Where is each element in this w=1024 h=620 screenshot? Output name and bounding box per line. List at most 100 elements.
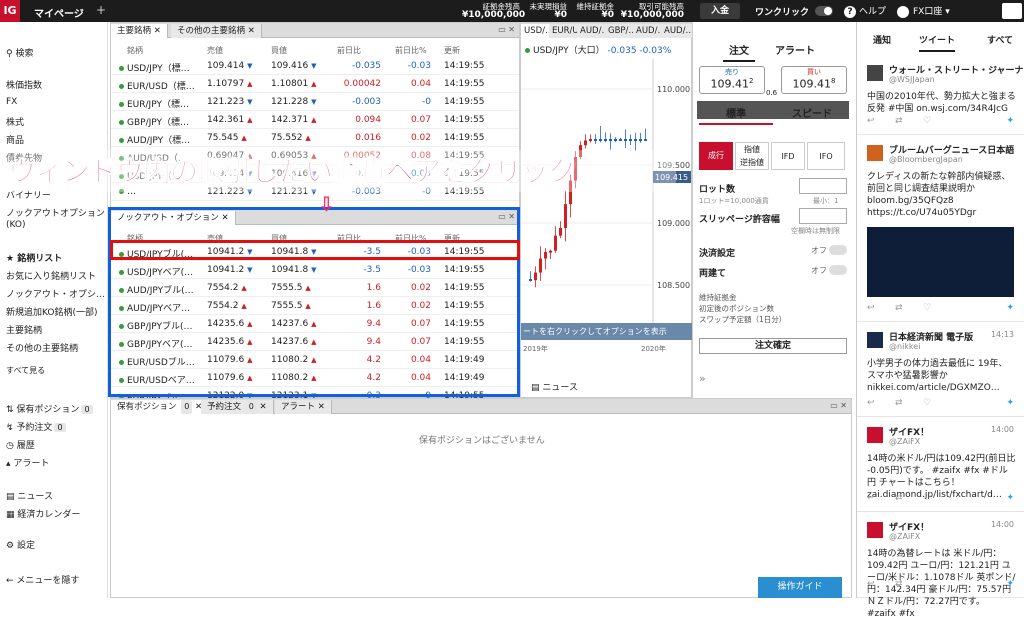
avatar[interactable] (867, 332, 883, 348)
settle-toggle[interactable] (829, 245, 847, 255)
chevron-down-icon[interactable]: ▾ (80, 7, 84, 15)
hide-menu-link[interactable]: ← メニューを隠す (6, 573, 79, 586)
mode-standard[interactable]: 標準 (699, 105, 773, 125)
sidebar-item-stocks[interactable]: 株式 (6, 115, 24, 128)
retweet-icon[interactable]: ⇄ (895, 398, 903, 408)
lot-input[interactable] (799, 178, 847, 194)
window-icons[interactable]: ▭ ✕ (830, 401, 847, 410)
tab-positions[interactable]: 保有ポジション 0 ✕ (111, 400, 210, 414)
search-link[interactable]: ⚲ 検索 (6, 46, 33, 59)
sidebar-item-positions[interactable]: ⇅ 保有ポジション 0 (6, 402, 93, 415)
both-toggle[interactable] (829, 265, 847, 275)
sell-price[interactable]: 121.223 ▼ (207, 97, 252, 107)
sidebar-item-news[interactable]: ▤ ニュース (6, 489, 53, 502)
retweet-icon[interactable]: ⇄ (895, 303, 903, 313)
tab-other-major[interactable]: その他の主要銘柄 ✕ (171, 24, 262, 38)
news-tab[interactable]: ▤ ニュース (531, 380, 578, 393)
sell-price[interactable]: 1.10797 ▲ (207, 79, 252, 89)
tweet[interactable]: ザイFX！ @ZAiFX 14:00 14時の為替レートは 米ドル/円：109.42円… (857, 512, 1024, 619)
like-icon[interactable]: ♡ (923, 493, 931, 503)
price-chart[interactable]: 110.000109.500109.000108.500109.4150.560… (521, 59, 691, 359)
sidebar-item-major[interactable]: 主要銘柄 (6, 323, 42, 336)
sidebar-item-new-ko[interactable]: 新規追加KO銘柄(一部) (6, 305, 98, 318)
tab-all[interactable]: すべて (987, 33, 1013, 46)
avatar[interactable] (867, 522, 883, 538)
tweet-handle[interactable]: @BloombergJapan (889, 155, 963, 164)
tab-tweets[interactable]: ツイート (919, 33, 956, 52)
buy-price[interactable]: 1.10801 ▲ (271, 79, 316, 89)
window-icons[interactable]: ▭ ✕ (498, 25, 515, 34)
sidebar-item-favorites[interactable]: お気に入り銘柄リスト (6, 269, 96, 282)
type-market[interactable]: 成行 (699, 142, 733, 170)
tweet[interactable]: ウォール・ストリート・ジャーナル @WSJJapan 中国の2010年代、勢力拡大と… (857, 55, 1024, 135)
help-button[interactable]: ? ヘルプ (844, 4, 886, 18)
sidebar-item-fx[interactable]: FX (6, 97, 17, 107)
sidebar-item-history[interactable]: ◷ 履歴 (6, 438, 35, 451)
like-icon[interactable]: ♡ (923, 303, 931, 313)
confirm-order-button[interactable]: 注文確定 (699, 338, 847, 354)
tweet-handle[interactable]: @WSJJapan (889, 75, 935, 84)
buy-price-button[interactable]: 買い 109.418 (781, 66, 847, 94)
tweet[interactable]: ザイFX！ @ZAiFX 14:00 14時の米ドル/円は109.42円(前日比 -0… (857, 417, 1024, 512)
guide-button[interactable]: 操作ガイド (758, 577, 842, 598)
table-row[interactable]: GBP/JPY（標… 142.361 ▲ 142.371 ▲ 0.094 0.07 14:… (111, 111, 519, 129)
table-row[interactable]: EUR/USD（標… 1.10797 ▲ 1.10801 ▲ 0.00042 0.04 1… (111, 75, 519, 93)
sidebar-item-alerts[interactable]: ▴ アラート (6, 456, 49, 469)
tweet-image[interactable] (867, 227, 1014, 297)
tab-alerts[interactable]: アラート ✕ (275, 400, 332, 414)
like-icon[interactable]: ♡ (923, 579, 931, 589)
sidebar-item-calendar[interactable]: ▦ 経済カレンダー (6, 507, 80, 520)
mypage-menu[interactable]: マイページ (34, 5, 84, 20)
buy-price[interactable]: 142.371 ▲ (271, 115, 316, 125)
buy-price[interactable]: 121.228 ▼ (271, 97, 316, 107)
retweet-icon[interactable]: ⇄ (895, 493, 903, 503)
column-header[interactable]: 買値 (271, 45, 287, 56)
oneclick-toggle[interactable] (815, 6, 833, 16)
window-control[interactable] (1002, 3, 1022, 19)
sidebar-item-knockout[interactable]: ノックアウトオプション (6, 206, 105, 219)
tab-notifications[interactable]: 通知 (873, 33, 891, 46)
reply-icon[interactable]: ↩ (867, 579, 875, 589)
column-header[interactable]: 前日比 (337, 45, 361, 56)
chart-symbol[interactable]: USD/JPY（大口） -0.035 -0.03% (525, 43, 671, 56)
column-header[interactable]: 前日比% (395, 45, 427, 56)
avatar[interactable] (867, 145, 883, 161)
tweet-handle[interactable]: @ZAiFX (889, 532, 920, 541)
reply-icon[interactable]: ↩ (867, 398, 875, 408)
reply-icon[interactable]: ↩ (867, 303, 875, 313)
tweet-handle[interactable]: @ZAiFX (889, 437, 920, 446)
mode-speed[interactable]: スピード (775, 105, 849, 125)
sell-price[interactable]: 75.545 ▲ (207, 133, 247, 143)
table-row[interactable]: AUD/JPY（標… 75.545 ▲ 75.552 ▲ 0.016 0.02 14:19… (111, 129, 519, 147)
column-header[interactable]: 売値 (207, 45, 223, 56)
tab-order-alert[interactable]: アラート (775, 42, 815, 57)
retweet-icon[interactable]: ⇄ (895, 579, 903, 589)
table-row[interactable]: EUR/JPY（標… 121.223 ▼ 121.228 ▼ -0.003 -0 14:1… (111, 93, 519, 111)
type-limit[interactable]: 指値 逆指値 (735, 142, 769, 170)
sell-price-button[interactable]: 売り 109.412 (699, 66, 765, 94)
tweet[interactable]: ブルームバーグニュース日本語 @BloombergJapan クレディスの新たな幹部… (857, 135, 1024, 322)
buy-price[interactable]: 109.416 ▼ (271, 61, 316, 71)
sidebar-item-settings[interactable]: ⚙ 設定 (6, 538, 35, 551)
sell-price[interactable]: 109.414 ▼ (207, 61, 252, 71)
sidebar-item-commodities[interactable]: 商品 (6, 133, 24, 146)
column-header[interactable]: 更新 (444, 45, 460, 56)
column-header[interactable]: 銘柄 (127, 45, 143, 56)
sidebar-item-knockout-list[interactable]: ノックアウト・オプシ… (6, 287, 105, 300)
reply-icon[interactable]: ↩ (867, 116, 875, 126)
user-menu[interactable]: FX口座 ▾ (897, 4, 950, 18)
table-row[interactable]: USD/JPY（標… 109.414 ▼ 109.416 ▼ -0.035 -0.03 1… (111, 57, 519, 75)
slippage-input[interactable] (799, 208, 847, 224)
reply-icon[interactable]: ↩ (867, 493, 875, 503)
expand-icon[interactable]: » (699, 372, 706, 385)
tweet-handle[interactable]: @nikkei (889, 342, 920, 351)
add-tab-icon[interactable]: + (96, 3, 106, 17)
tab-major[interactable]: 主要銘柄 ✕ (111, 24, 168, 38)
sidebar-item-index[interactable]: 株価指数 (6, 78, 42, 91)
sidebar-item-orders[interactable]: ↯ 予約注文 0 (6, 420, 66, 433)
like-icon[interactable]: ♡ (923, 398, 931, 408)
type-ifo[interactable]: IFO (807, 142, 845, 170)
sidebar-item-other-major[interactable]: その他の主要銘柄 (6, 341, 78, 354)
deposit-button[interactable]: 入金 (700, 3, 740, 19)
tab-order[interactable]: 注文 (723, 42, 755, 62)
